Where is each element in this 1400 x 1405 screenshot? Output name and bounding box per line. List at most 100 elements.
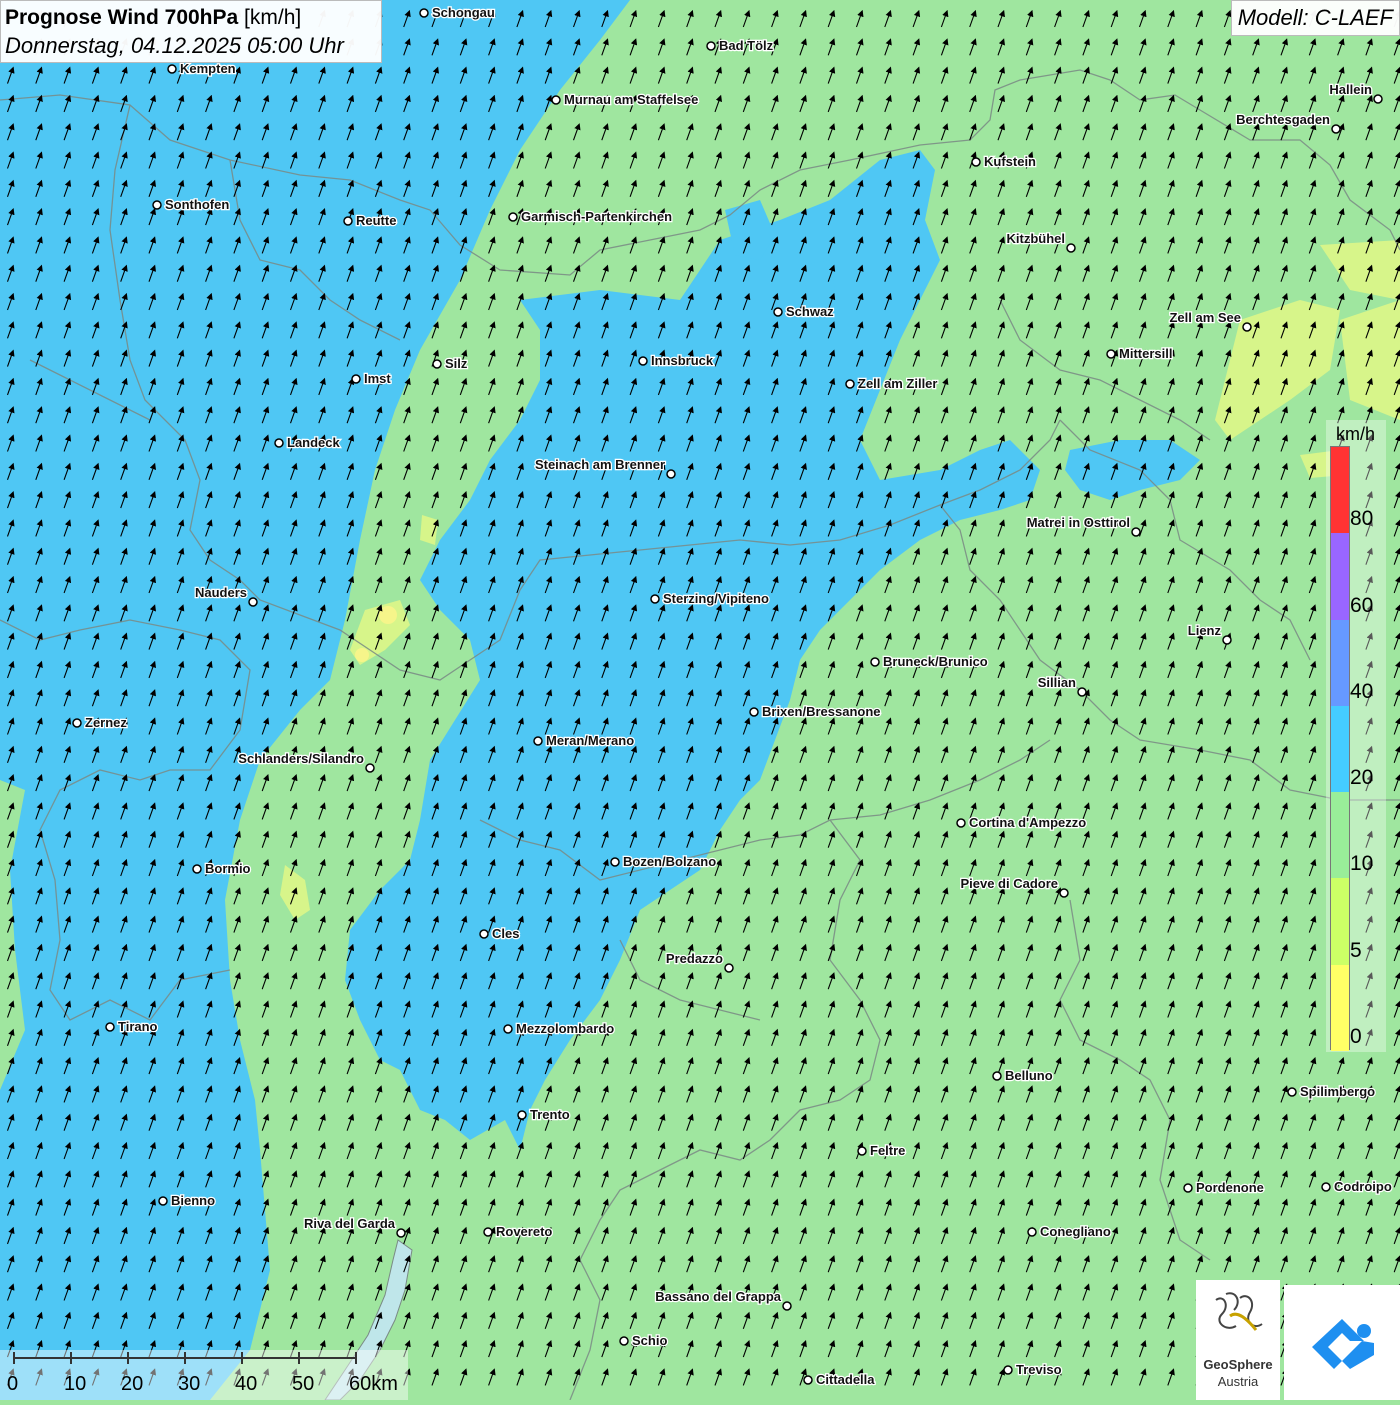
geosphere-logo[interactable]: GeoSphere Austria bbox=[1196, 1280, 1280, 1400]
place-label: Schio bbox=[632, 1333, 667, 1348]
place-label: Mittersill bbox=[1119, 346, 1172, 361]
place-marker bbox=[167, 64, 177, 74]
place-label: Kufstein bbox=[984, 154, 1036, 169]
place-marker bbox=[1242, 322, 1252, 332]
place-label: Codroipo bbox=[1334, 1179, 1392, 1194]
place-marker bbox=[503, 1024, 513, 1034]
place-label: Sillian bbox=[1038, 675, 1076, 690]
map-title: Prognose Wind 700hPa [km/h] bbox=[5, 4, 377, 32]
place-marker bbox=[749, 707, 759, 717]
place-marker bbox=[803, 1375, 813, 1385]
place-label: Conegliano bbox=[1040, 1224, 1111, 1239]
place-label: Zernez bbox=[85, 715, 127, 730]
place-marker bbox=[351, 374, 361, 384]
place-label: Lienz bbox=[1188, 623, 1222, 638]
geosphere-emblem-icon bbox=[1215, 1292, 1263, 1331]
legend-color-segment bbox=[1331, 964, 1349, 1051]
legend-tick-label: 0 bbox=[1350, 1025, 1362, 1048]
place-marker bbox=[724, 963, 734, 973]
place-marker bbox=[517, 1110, 527, 1120]
place-label: Reutte bbox=[356, 213, 396, 228]
place-marker bbox=[508, 212, 518, 222]
legend-color-segment bbox=[1331, 447, 1349, 534]
place-label: Pieve di Cadore bbox=[960, 876, 1058, 891]
place-marker bbox=[158, 1196, 168, 1206]
place-marker bbox=[870, 657, 880, 667]
scale-tick bbox=[184, 1352, 186, 1364]
scale-label: 20 bbox=[121, 1373, 144, 1395]
model-label: Modell: C-LAEF bbox=[1230, 0, 1400, 36]
place-label: Sterzing/Vipiteno bbox=[663, 591, 769, 606]
place-label: Zell am See bbox=[1169, 310, 1241, 325]
place-marker bbox=[1077, 687, 1087, 697]
place-label: Silz bbox=[445, 356, 468, 371]
geosphere-logo-line2: Austria bbox=[1217, 1374, 1259, 1389]
place-marker bbox=[343, 216, 353, 226]
place-label: Murnau am Staffelsee bbox=[564, 92, 698, 107]
place-marker bbox=[1059, 888, 1069, 898]
place-marker bbox=[782, 1301, 792, 1311]
place-marker bbox=[666, 469, 676, 479]
legend-unit: km/h bbox=[1336, 424, 1376, 444]
place-label: Kempten bbox=[180, 61, 236, 76]
place-marker bbox=[1183, 1183, 1193, 1193]
place-label: Bad Tölz bbox=[719, 38, 774, 53]
place-label: Sonthofen bbox=[165, 197, 229, 212]
place-label: Riva del Garda bbox=[304, 1216, 396, 1231]
scale-label: 10 bbox=[64, 1373, 87, 1395]
place-marker bbox=[1321, 1182, 1331, 1192]
place-label: Schlanders/Silandro bbox=[238, 751, 364, 766]
legend-tick-label: 10 bbox=[1350, 852, 1374, 876]
place-marker bbox=[845, 379, 855, 389]
scale-label: 40 bbox=[235, 1373, 258, 1395]
scale-tick bbox=[241, 1352, 243, 1364]
place-label: Meran/Merano bbox=[546, 733, 634, 748]
wind-map[interactable]: Schongau Kempten Bad Tölz Murnau am Staffel… bbox=[0, 0, 1400, 1400]
place-marker bbox=[857, 1146, 867, 1156]
place-label: Treviso bbox=[1016, 1362, 1062, 1377]
place-marker bbox=[956, 818, 966, 828]
place-marker bbox=[773, 307, 783, 317]
place-label: Pordenone bbox=[1196, 1180, 1264, 1195]
place-marker bbox=[479, 929, 489, 939]
place-label: Bienno bbox=[171, 1193, 215, 1208]
place-label: Cortina d'Ampezzo bbox=[969, 815, 1086, 830]
scale-label: 50 bbox=[292, 1373, 315, 1395]
place-label: Nauders bbox=[195, 585, 247, 600]
place-marker bbox=[1106, 349, 1116, 359]
place-marker bbox=[650, 594, 660, 604]
place-label: Schongau bbox=[432, 5, 495, 20]
place-label: Tirano bbox=[118, 1019, 158, 1034]
app-logo[interactable] bbox=[1284, 1285, 1400, 1400]
legend-tick-label: 5 bbox=[1350, 938, 1362, 962]
scale-tick bbox=[13, 1352, 15, 1364]
scale-tick bbox=[298, 1352, 300, 1364]
place-label: Mezzolombardo bbox=[516, 1021, 614, 1036]
place-marker bbox=[1331, 124, 1341, 134]
place-marker bbox=[1027, 1227, 1037, 1237]
legend-tick-label: 20 bbox=[1350, 766, 1374, 790]
legend-color-segment bbox=[1331, 619, 1349, 706]
scale-label: 60km bbox=[349, 1373, 398, 1395]
place-label: Spilimbergo bbox=[1300, 1084, 1375, 1099]
scale-tick bbox=[70, 1352, 72, 1364]
place-label: Landeck bbox=[287, 435, 341, 450]
place-marker bbox=[638, 356, 648, 366]
place-label: Kitzbühel bbox=[1007, 231, 1066, 246]
legend-color-segment bbox=[1331, 533, 1349, 620]
place-label: Bormio bbox=[205, 861, 251, 876]
place-marker bbox=[1222, 635, 1232, 645]
place-marker bbox=[1373, 94, 1383, 104]
place-label: Brixen/Bressanone bbox=[762, 704, 881, 719]
scale-tick bbox=[127, 1352, 129, 1364]
place-label: Cittadella bbox=[816, 1372, 875, 1387]
place-marker bbox=[419, 8, 429, 18]
place-marker bbox=[706, 41, 716, 51]
legend-color-segment bbox=[1331, 878, 1349, 965]
place-marker bbox=[396, 1228, 406, 1238]
place-marker bbox=[72, 718, 82, 728]
place-marker bbox=[152, 200, 162, 210]
place-marker bbox=[610, 857, 620, 867]
place-marker bbox=[992, 1071, 1002, 1081]
place-marker bbox=[533, 736, 543, 746]
